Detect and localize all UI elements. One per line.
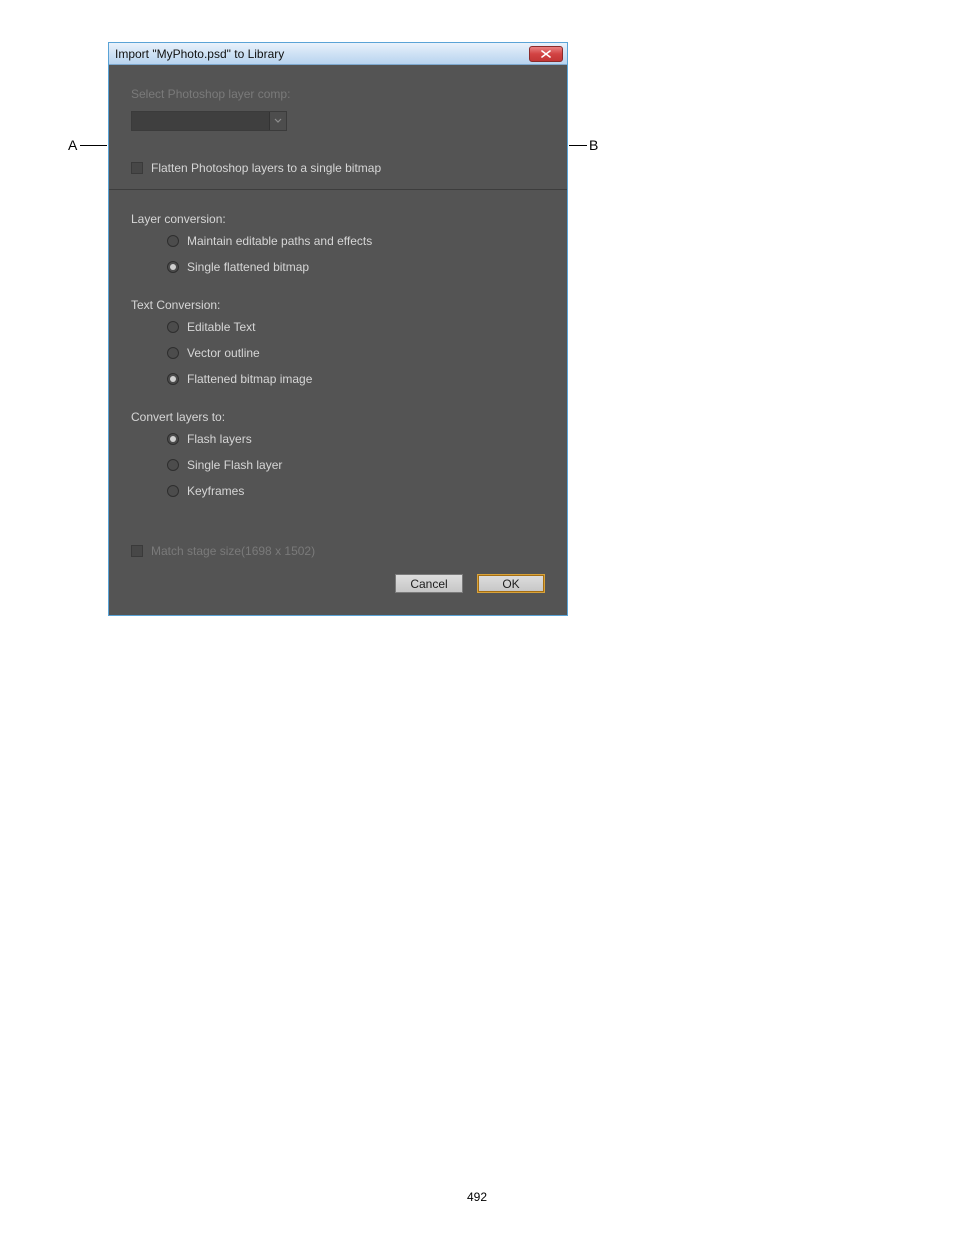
radio-keyframes[interactable]: Keyframes	[167, 484, 545, 498]
radio-icon	[167, 235, 179, 247]
text-conversion-label: Text Conversion:	[131, 298, 545, 312]
titlebar: Import "MyPhoto.psd" to Library	[109, 43, 567, 65]
radio-icon	[167, 459, 179, 471]
radio-editable-text[interactable]: Editable Text	[167, 320, 545, 334]
chevron-down-icon	[270, 112, 286, 130]
flatten-checkbox-row[interactable]: Flatten Photoshop layers to a single bit…	[131, 161, 545, 175]
page-number: 492	[0, 1190, 954, 1204]
radio-icon	[167, 321, 179, 333]
radio-icon	[167, 433, 179, 445]
divider	[109, 189, 567, 190]
radio-label: Flash layers	[187, 432, 252, 446]
dialog-title: Import "MyPhoto.psd" to Library	[115, 47, 529, 61]
callout-line-a	[80, 145, 107, 146]
radio-label: Single flattened bitmap	[187, 260, 309, 274]
radio-label: Single Flash layer	[187, 458, 282, 472]
radio-label: Editable Text	[187, 320, 256, 334]
select-layer-comp-label: Select Photoshop layer comp:	[131, 87, 545, 101]
layer-comp-dropdown[interactable]	[131, 111, 287, 131]
ok-button[interactable]: OK	[477, 574, 545, 593]
radio-icon	[167, 485, 179, 497]
radio-icon	[167, 347, 179, 359]
radio-icon	[167, 373, 179, 385]
flatten-checkbox-label: Flatten Photoshop layers to a single bit…	[151, 161, 381, 175]
callout-letter-a: A	[68, 137, 77, 153]
convert-layers-label: Convert layers to:	[131, 410, 545, 424]
radio-label: Vector outline	[187, 346, 260, 360]
import-psd-dialog: Import "MyPhoto.psd" to Library Select P…	[108, 42, 568, 616]
convert-layers-group: Flash layers Single Flash layer Keyframe…	[167, 432, 545, 498]
callout-line-b	[569, 145, 587, 146]
radio-label: Maintain editable paths and effects	[187, 234, 372, 248]
radio-label: Flattened bitmap image	[187, 372, 312, 386]
radio-single-flat-bitmap[interactable]: Single flattened bitmap	[167, 260, 545, 274]
close-icon	[541, 50, 551, 58]
dialog-body: Select Photoshop layer comp: Flatten Pho…	[109, 65, 567, 615]
radio-flash-layers[interactable]: Flash layers	[167, 432, 545, 446]
flatten-checkbox[interactable]	[131, 162, 143, 174]
radio-vector-outline[interactable]: Vector outline	[167, 346, 545, 360]
cancel-button[interactable]: Cancel	[395, 574, 463, 593]
radio-icon	[167, 261, 179, 273]
match-stage-label: Match stage size(1698 x 1502)	[151, 544, 315, 558]
radio-label: Keyframes	[187, 484, 244, 498]
radio-maintain-paths[interactable]: Maintain editable paths and effects	[167, 234, 545, 248]
radio-flattened-bitmap-image[interactable]: Flattened bitmap image	[167, 372, 545, 386]
text-conversion-group: Editable Text Vector outline Flattened b…	[167, 320, 545, 386]
layer-conversion-group: Maintain editable paths and effects Sing…	[167, 234, 545, 274]
layer-conversion-label: Layer conversion:	[131, 212, 545, 226]
close-button[interactable]	[529, 46, 563, 62]
match-stage-row: Match stage size(1698 x 1502)	[131, 544, 545, 558]
layer-comp-dropdown-field	[132, 112, 270, 130]
dialog-buttons: Cancel OK	[131, 574, 545, 603]
callout-letter-b: B	[589, 137, 598, 153]
match-stage-checkbox	[131, 545, 143, 557]
radio-single-flash-layer[interactable]: Single Flash layer	[167, 458, 545, 472]
